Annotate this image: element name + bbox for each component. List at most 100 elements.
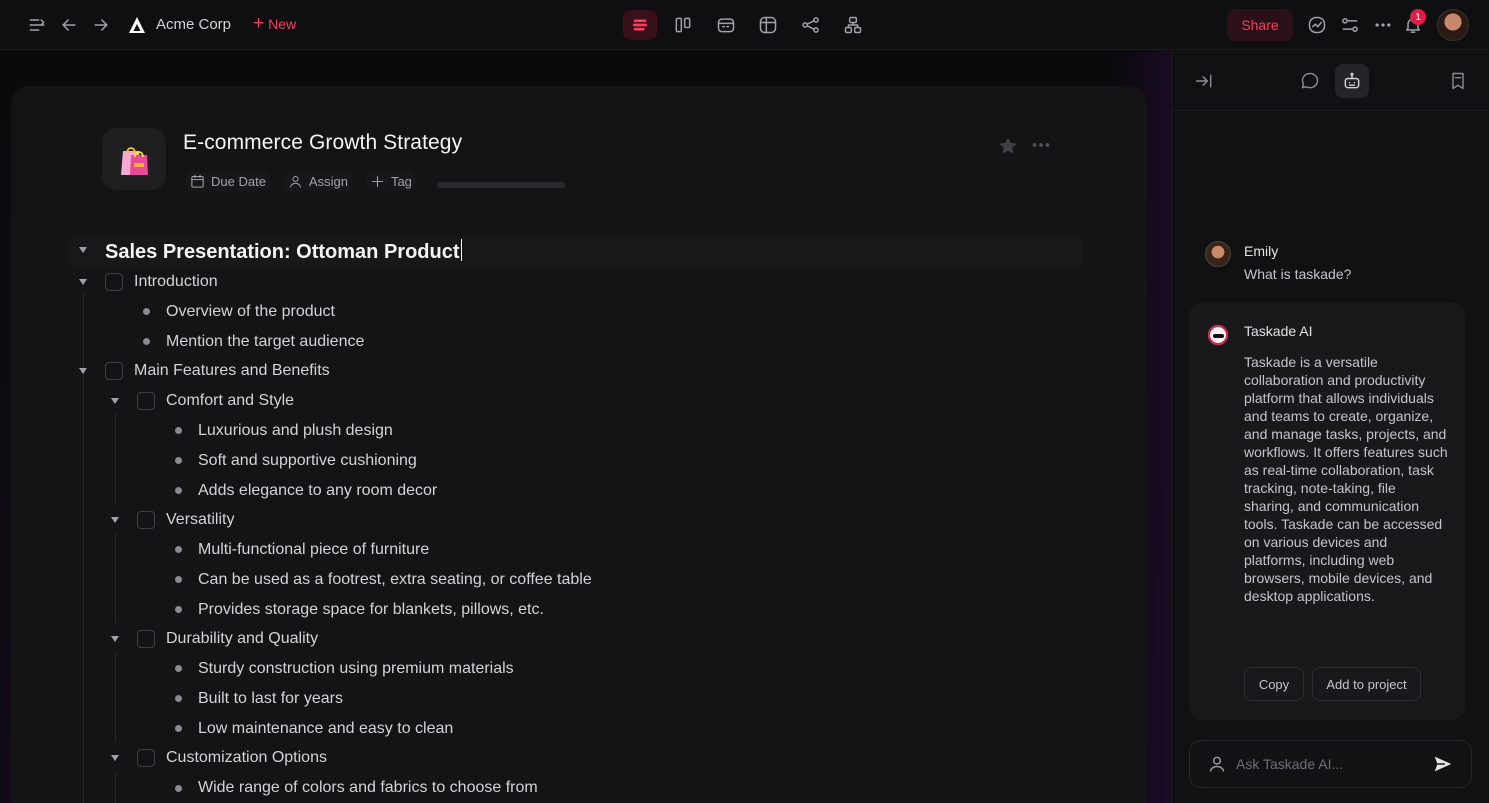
collapse-triangle-icon[interactable] — [79, 368, 87, 374]
bullet-dot[interactable] — [175, 695, 182, 702]
ai-message-text: Taskade is a versatile collaboration and… — [1244, 354, 1448, 604]
task-checkbox[interactable] — [137, 630, 155, 648]
activity-icon[interactable] — [1304, 12, 1330, 38]
collapse-triangle-icon[interactable] — [111, 398, 119, 404]
outline-item[interactable]: Overview of the product — [166, 303, 335, 321]
outline-item[interactable]: Customization Options — [166, 749, 327, 767]
board-view-icon[interactable] — [670, 12, 696, 38]
bullet-dot[interactable] — [175, 576, 182, 583]
send-icon[interactable] — [1432, 753, 1454, 775]
bullet-dot[interactable] — [175, 457, 182, 464]
calendar-icon — [191, 174, 204, 188]
mindmap-view-icon[interactable] — [798, 12, 824, 38]
ask-ai-input[interactable] — [1236, 752, 1416, 776]
outline-item[interactable]: Provides storage space for blankets, pil… — [198, 601, 544, 619]
outline-item[interactable]: Built to last for years — [198, 690, 343, 708]
guide-line — [115, 533, 116, 623]
guide-line — [115, 772, 116, 803]
back-arrow-icon[interactable] — [56, 12, 82, 38]
task-checkbox[interactable] — [137, 749, 155, 767]
guide-line — [115, 652, 116, 742]
outline-item[interactable]: Durability and Quality — [166, 630, 318, 648]
outline-item[interactable]: Main Features and Benefits — [134, 362, 330, 380]
outline-item[interactable]: Soft and supportive cushioning — [198, 452, 417, 470]
project-title[interactable]: E-commerce Growth Strategy — [183, 131, 462, 155]
calendar-view-icon[interactable] — [713, 12, 739, 38]
more-options-icon[interactable] — [1370, 12, 1396, 38]
due-date-button[interactable]: Due Date — [186, 172, 270, 191]
forward-arrow-icon[interactable] — [88, 12, 114, 38]
collapse-triangle-icon[interactable] — [111, 636, 119, 642]
bullet-dot[interactable] — [143, 308, 150, 315]
outline-item[interactable]: Comfort and Style — [166, 392, 294, 410]
outline-item[interactable]: Mention the target audience — [166, 333, 364, 351]
task-checkbox[interactable] — [137, 511, 155, 529]
taskade-ai-avatar — [1205, 322, 1231, 348]
project-meta-row: Due Date Assign Tag — [186, 172, 416, 191]
workspace-name[interactable]: Acme Corp — [156, 16, 231, 33]
bookmark-icon[interactable] — [1441, 64, 1475, 98]
collapse-triangle-icon[interactable] — [79, 279, 87, 285]
shopping-bags-icon[interactable] — [102, 128, 166, 190]
heading-text: Sales Presentation: Ottoman Product — [105, 241, 460, 263]
tag-label: Tag — [390, 174, 412, 189]
assign-label: Assign — [308, 174, 348, 189]
person-icon — [1209, 756, 1225, 772]
bullet-dot[interactable] — [175, 725, 182, 732]
assign-button[interactable]: Assign — [283, 172, 352, 191]
guide-line — [115, 414, 116, 504]
top-bar: Acme Corp + New Share 1 — [0, 0, 1489, 50]
user-message-name: Emily — [1244, 243, 1279, 259]
project-more-icon[interactable] — [1030, 134, 1052, 156]
favorite-star-icon[interactable] — [997, 135, 1019, 157]
outline-item[interactable]: Adds elegance to any room decor — [198, 482, 437, 500]
bullet-dot[interactable] — [143, 338, 150, 345]
emily-avatar — [1205, 241, 1231, 267]
list-view-icon[interactable] — [623, 10, 657, 40]
plus-icon: + — [253, 13, 265, 34]
bullet-dot[interactable] — [175, 546, 182, 553]
org-chart-view-icon[interactable] — [840, 12, 866, 38]
sidebar-toggle-icon[interactable] — [24, 12, 50, 38]
task-checkbox[interactable] — [105, 273, 123, 291]
add-to-project-button[interactable]: Add to project — [1312, 667, 1421, 701]
outline-item[interactable]: Low maintenance and easy to clean — [198, 720, 453, 738]
settings-sliders-icon[interactable] — [1337, 12, 1363, 38]
tag-button[interactable]: Tag — [365, 172, 416, 191]
outline-item[interactable]: Introduction — [134, 273, 218, 291]
new-button[interactable]: + New — [253, 13, 297, 34]
new-label: New — [268, 15, 297, 32]
outline-heading[interactable]: Sales Presentation: Ottoman Product — [105, 239, 462, 264]
ai-bot-icon[interactable] — [1335, 64, 1369, 98]
comments-icon[interactable] — [1293, 64, 1327, 98]
bullet-dot[interactable] — [175, 487, 182, 494]
collapse-triangle-icon[interactable] — [111, 755, 119, 761]
share-button[interactable]: Share — [1227, 9, 1293, 41]
collapse-panel-icon[interactable] — [1187, 64, 1221, 98]
outline-item[interactable]: Can be used as a footrest, extra seating… — [198, 571, 592, 589]
bullet-dot[interactable] — [175, 427, 182, 434]
outline-item[interactable]: Sturdy construction using premium materi… — [198, 660, 514, 678]
text-cursor — [460, 239, 462, 261]
progress-bar — [437, 182, 565, 188]
document-card — [11, 86, 1147, 803]
task-checkbox[interactable] — [137, 392, 155, 410]
outline-item[interactable]: Versatility — [166, 511, 234, 529]
outline-item[interactable]: Multi-functional piece of furniture — [198, 541, 429, 559]
bullet-dot[interactable] — [175, 665, 182, 672]
outline-item[interactable]: Wide range of colors and fabrics to choo… — [198, 779, 538, 797]
copy-button[interactable]: Copy — [1244, 667, 1304, 701]
collapse-triangle-icon[interactable] — [79, 247, 87, 253]
bullet-dot[interactable] — [175, 606, 182, 613]
workspace-logo-icon — [129, 17, 145, 33]
user-avatar[interactable] — [1437, 9, 1469, 41]
user-message-text: What is taskade? — [1244, 266, 1352, 282]
outline-item[interactable]: Luxurious and plush design — [198, 422, 393, 440]
plus-icon — [371, 175, 383, 188]
collapse-triangle-icon[interactable] — [111, 517, 119, 523]
bullet-dot[interactable] — [175, 785, 182, 792]
panel-toolbar — [1172, 51, 1489, 111]
task-checkbox[interactable] — [105, 362, 123, 380]
due-date-label: Due Date — [211, 174, 266, 189]
table-view-icon[interactable] — [755, 12, 781, 38]
